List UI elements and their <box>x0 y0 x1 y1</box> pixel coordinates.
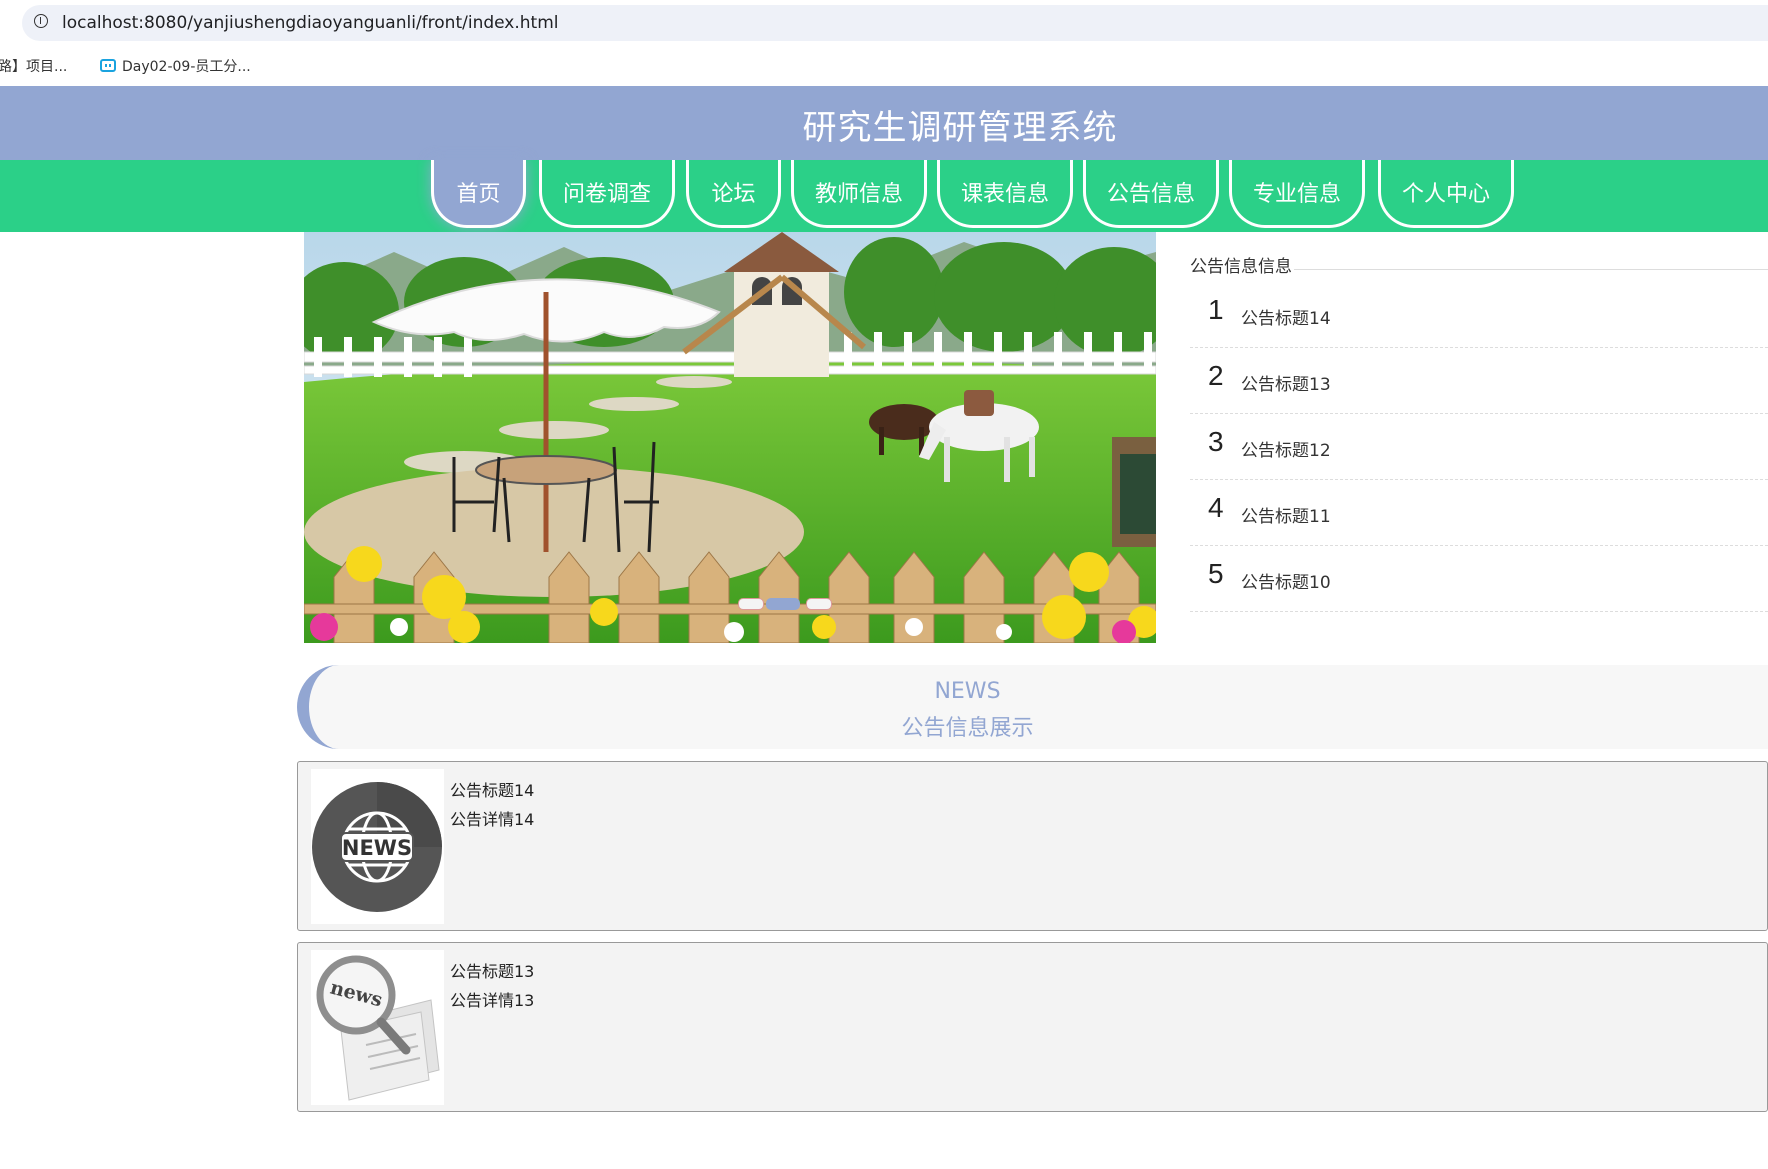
notice-item-number: 4 <box>1208 492 1224 523</box>
notice-panel-title: 公告信息信息 <box>1190 257 1294 277</box>
news-thumb-label: NEWS <box>342 836 412 860</box>
notice-item-title[interactable]: 公告标题10 <box>1241 568 1331 593</box>
news-card-detail: 公告详情14 <box>450 810 535 829</box>
notice-item-title[interactable]: 公告标题14 <box>1241 304 1331 329</box>
nav-item-notice-info[interactable]: 公告信息 <box>1083 160 1219 228</box>
carousel-dot-2[interactable] <box>766 598 800 610</box>
notice-item-number: 2 <box>1208 360 1224 391</box>
notice-item-title[interactable]: 公告标题11 <box>1241 502 1331 527</box>
bilibili-icon <box>100 59 116 72</box>
main-nav: 首页 问卷调查 论坛 教师信息 课表信息 公告信息 专业信息 个人中心 <box>0 160 1768 232</box>
site-info-icon[interactable] <box>34 14 48 28</box>
carousel-dot-1[interactable] <box>738 598 764 610</box>
url-text: localhost:8080/yanjiushengdiaoyanguanli/… <box>62 13 559 33</box>
url-field[interactable]: localhost:8080/yanjiushengdiaoyanguanli/… <box>22 5 1768 41</box>
news-card-detail: 公告详情13 <box>450 991 535 1010</box>
notice-item[interactable]: 1 公告标题14 <box>1190 282 1768 348</box>
notice-item-number: 1 <box>1208 294 1224 325</box>
notice-item[interactable]: 5 公告标题10 <box>1190 546 1768 612</box>
nav-item-teacher-info[interactable]: 教师信息 <box>791 160 927 228</box>
news-card[interactable]: NEWS 公告标题14 公告详情14 <box>297 761 1768 931</box>
notice-item-title[interactable]: 公告标题12 <box>1241 436 1331 461</box>
news-card[interactable]: news 公告标题13 公告详情13 <box>297 942 1768 1112</box>
bookmark-day02-label: Day02-09-员工分... <box>122 59 251 75</box>
notice-title-divider <box>1294 269 1768 270</box>
news-thumbnail[interactable]: news <box>311 950 444 1105</box>
bookmark-project[interactable]: 路】项目... <box>0 56 67 76</box>
nav-item-home[interactable]: 首页 <box>431 160 526 228</box>
notice-item[interactable]: 4 公告标题11 <box>1190 480 1768 546</box>
news-heading-cn: 公告信息展示 <box>901 716 1034 741</box>
news-thumbnail[interactable]: NEWS <box>311 769 444 924</box>
garden-scene-image <box>304 232 1156 643</box>
notice-item-title[interactable]: 公告标题13 <box>1241 370 1331 395</box>
site-header: 研究生调研管理系统 <box>0 86 1768 160</box>
carousel-dot-3[interactable] <box>806 598 832 610</box>
news-section-heading: NEWS 公告信息展示 <box>297 665 1768 749</box>
banner-carousel[interactable] <box>304 232 1156 643</box>
news-globe-icon: NEWS <box>312 782 442 912</box>
newspaper-magnifier-icon: news <box>311 950 444 1105</box>
notice-panel: 公告信息信息 1 公告标题14 2 公告标题13 3 公告标题12 4 公告标题… <box>1190 252 1768 612</box>
news-card-title[interactable]: 公告标题13 <box>450 958 534 982</box>
nav-item-schedule-info[interactable]: 课表信息 <box>937 160 1073 228</box>
notice-item[interactable]: 3 公告标题12 <box>1190 414 1768 480</box>
notice-item[interactable]: 2 公告标题13 <box>1190 348 1768 414</box>
nav-item-major-info[interactable]: 专业信息 <box>1229 160 1365 228</box>
bookmarks-bar: 路】项目... Day02-09-员工分... <box>0 46 1768 86</box>
nav-item-survey[interactable]: 问卷调查 <box>539 160 675 228</box>
nav-item-forum[interactable]: 论坛 <box>686 160 781 228</box>
browser-address-bar: localhost:8080/yanjiushengdiaoyanguanli/… <box>0 0 1768 46</box>
site-title: 研究生调研管理系统 <box>802 108 1118 148</box>
notice-item-number: 5 <box>1208 558 1224 589</box>
news-heading-en: NEWS <box>934 679 1001 704</box>
nav-item-personal-center[interactable]: 个人中心 <box>1378 160 1514 228</box>
bookmark-day02[interactable]: Day02-09-员工分... <box>100 56 251 76</box>
news-card-title[interactable]: 公告标题14 <box>450 777 534 801</box>
notice-item-number: 3 <box>1208 426 1224 457</box>
